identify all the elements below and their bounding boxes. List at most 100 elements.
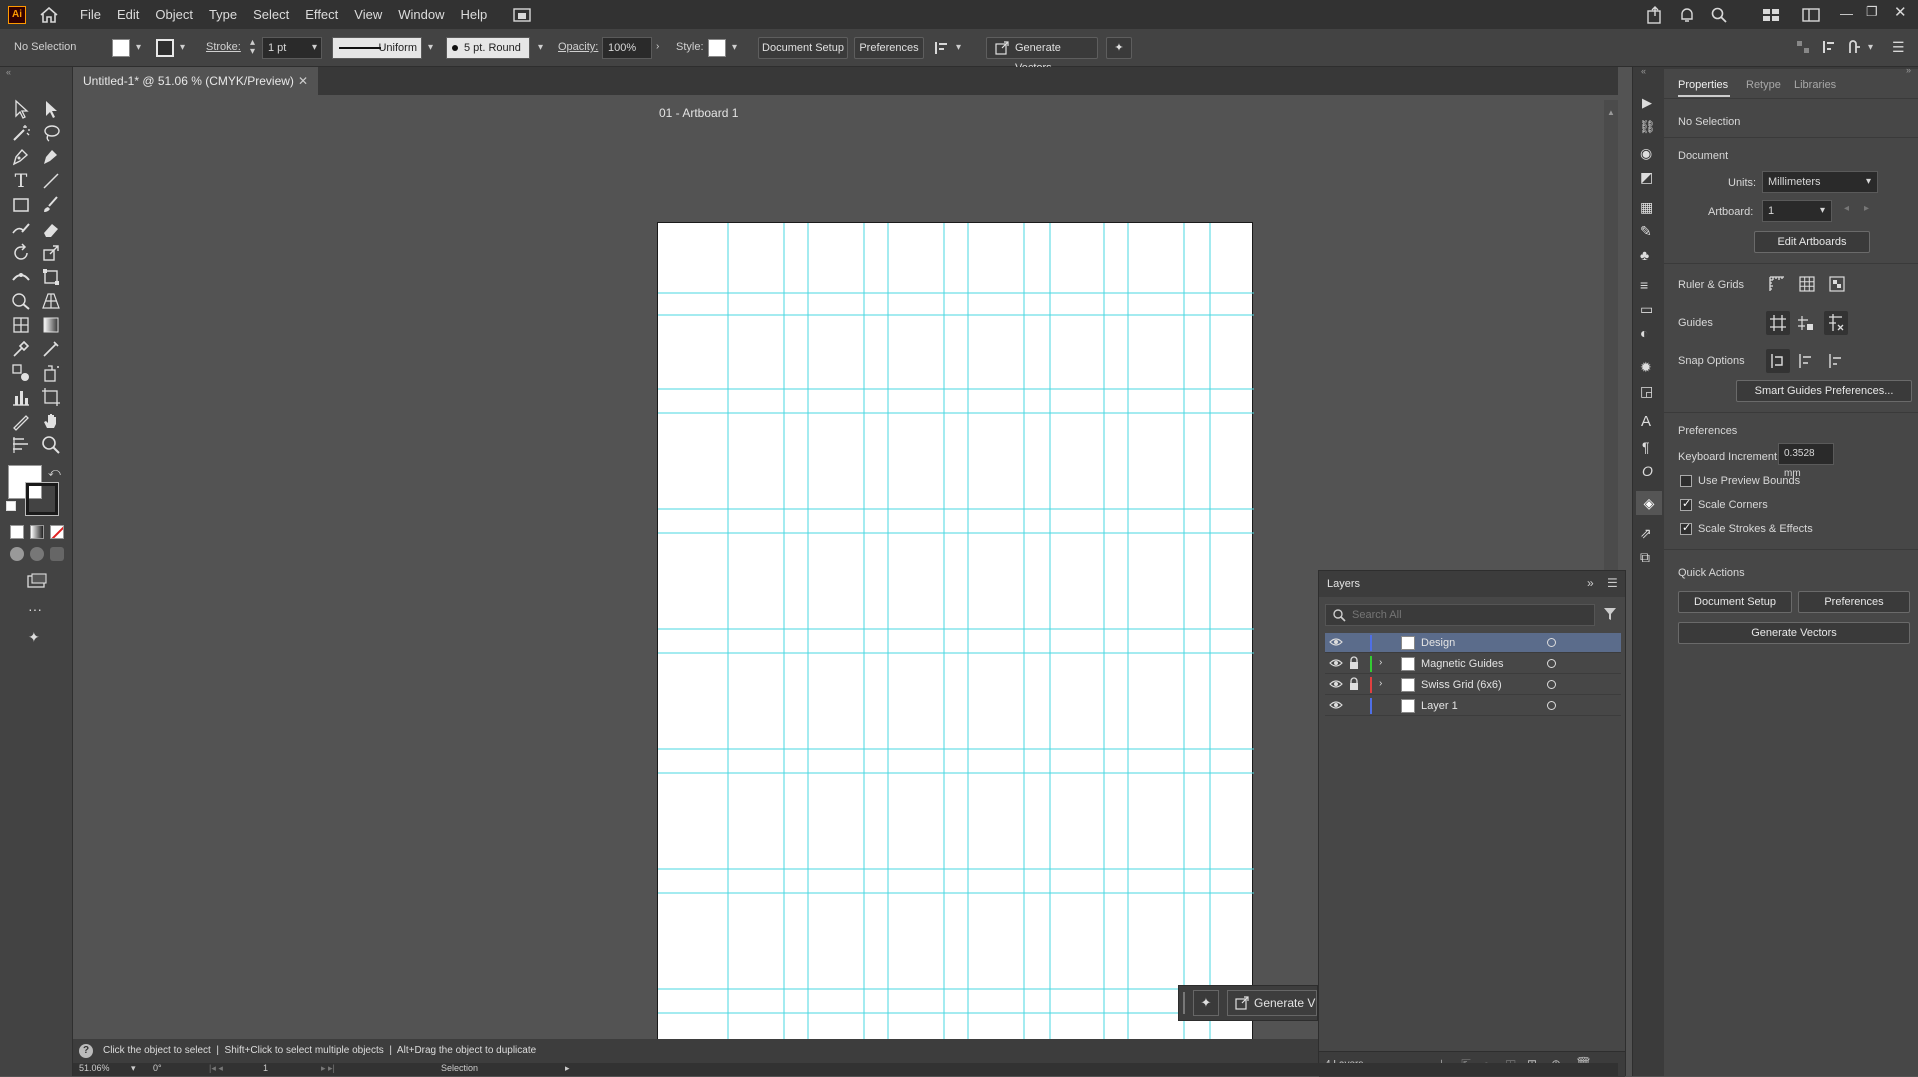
menu-window[interactable]: Window bbox=[390, 0, 452, 29]
expand-layer-icon[interactable]: › bbox=[1379, 657, 1382, 668]
keyboard-increment-input[interactable]: 0.3528 mm bbox=[1778, 443, 1834, 479]
menu-help[interactable]: Help bbox=[452, 0, 495, 29]
menu-object[interactable]: Object bbox=[147, 0, 201, 29]
target-icon[interactable] bbox=[1547, 638, 1556, 647]
default-colors-icon[interactable] bbox=[6, 501, 16, 511]
arrange-documents-icon[interactable] bbox=[513, 7, 531, 23]
menu-view[interactable]: View bbox=[346, 0, 390, 29]
asset-export-icon[interactable]: ⇗ bbox=[1640, 525, 1652, 542]
pin-tool-icon[interactable]: ✦ bbox=[28, 629, 40, 646]
column-graph-tool-icon[interactable] bbox=[10, 386, 32, 408]
shaper-tool-icon[interactable] bbox=[10, 218, 32, 240]
snap-to-pixel-icon[interactable] bbox=[1827, 352, 1845, 370]
symbol-sprayer-tool-icon[interactable] bbox=[40, 362, 62, 384]
target-icon[interactable] bbox=[1547, 659, 1556, 668]
draw-inside-icon[interactable] bbox=[50, 547, 64, 561]
slice-tool-icon[interactable] bbox=[10, 410, 32, 432]
search-icon[interactable] bbox=[1710, 6, 1728, 24]
home-icon[interactable] bbox=[40, 6, 58, 23]
artboard-select[interactable]: 1 ▾ bbox=[1762, 200, 1832, 222]
lock-icon[interactable] bbox=[1349, 656, 1359, 670]
smart-guides-preferences-button[interactable]: Smart Guides Preferences... bbox=[1736, 380, 1912, 402]
layers-menu-icon[interactable]: ☰ bbox=[1607, 576, 1618, 590]
align-icon[interactable] bbox=[934, 40, 950, 56]
lock-icon[interactable] bbox=[1349, 677, 1359, 691]
brushes-icon[interactable]: ✎ bbox=[1640, 223, 1652, 240]
measure-tool-icon[interactable] bbox=[40, 338, 62, 360]
artboard-label[interactable]: 01 - Artboard 1 bbox=[659, 106, 738, 120]
restore-icon[interactable]: ❐ bbox=[1866, 4, 1878, 20]
mesh-tool-icon[interactable] bbox=[10, 314, 32, 336]
opacity-expand-icon[interactable]: › bbox=[656, 41, 659, 52]
zoom-tool-icon[interactable] bbox=[40, 434, 62, 456]
rectangle-tool-icon[interactable] bbox=[10, 194, 32, 216]
last-artboard-icon[interactable]: ▸ ▸| bbox=[321, 1063, 335, 1074]
swatches-icon[interactable]: ▦ bbox=[1640, 199, 1653, 216]
paragraph-icon[interactable]: ¶ bbox=[1642, 439, 1650, 455]
gradient-tool-icon[interactable] bbox=[40, 314, 62, 336]
tab-properties[interactable]: Properties bbox=[1678, 79, 1728, 91]
tab-retype[interactable]: Retype bbox=[1746, 79, 1781, 91]
scale-tool-icon[interactable] bbox=[40, 242, 62, 264]
artboard-tool-icon[interactable] bbox=[40, 386, 62, 408]
opacity-label[interactable]: Opacity: bbox=[558, 41, 598, 53]
symbols-icon[interactable]: ♣ bbox=[1640, 247, 1649, 263]
character-icon[interactable]: A bbox=[1641, 413, 1651, 430]
transparency-grid-icon[interactable] bbox=[1828, 275, 1846, 293]
line-segment-tool-icon[interactable] bbox=[40, 170, 62, 192]
pen-tool-icon[interactable] bbox=[10, 146, 32, 168]
graphic-styles-icon[interactable]: ◲ bbox=[1640, 383, 1653, 400]
menu-type[interactable]: Type bbox=[201, 0, 245, 29]
target-icon[interactable] bbox=[1547, 701, 1556, 710]
image-trace-icon[interactable]: ◩ bbox=[1640, 169, 1653, 186]
color-mode-icon[interactable] bbox=[10, 525, 24, 539]
document-tab[interactable]: Untitled-1* @ 51.06 % (CMYK/Preview) ✕ bbox=[73, 67, 318, 95]
stroke-swatch[interactable] bbox=[156, 39, 174, 57]
menu-edit[interactable]: Edit bbox=[109, 0, 147, 29]
align-dropdown-icon[interactable]: ▾ bbox=[956, 42, 961, 53]
none-mode-icon[interactable] bbox=[50, 525, 64, 539]
layer-row[interactable]: › Magnetic Guides bbox=[1325, 654, 1621, 674]
curvature-tool-icon[interactable] bbox=[40, 146, 62, 168]
type-tool-icon[interactable]: T bbox=[10, 170, 32, 192]
share-icon[interactable] bbox=[1646, 6, 1664, 24]
distribute-icon[interactable] bbox=[1822, 39, 1838, 55]
fill-swatch[interactable] bbox=[112, 39, 130, 57]
close-document-icon[interactable]: ✕ bbox=[298, 67, 308, 95]
appearance-icon[interactable]: ✹ bbox=[1640, 359, 1652, 376]
snap-to-grid-icon[interactable] bbox=[1797, 352, 1815, 370]
close-icon[interactable]: ✕ bbox=[1894, 3, 1907, 21]
zoom-level[interactable]: 51.06% bbox=[79, 1063, 110, 1073]
edit-artboards-button[interactable]: Edit Artboards bbox=[1754, 231, 1870, 253]
layer-row[interactable]: › Swiss Grid (6x6) bbox=[1325, 675, 1621, 695]
stroke-swatch-dropdown-icon[interactable]: ▾ bbox=[180, 42, 185, 53]
shape-builder-tool-icon[interactable] bbox=[10, 290, 32, 312]
opentype-icon[interactable]: O bbox=[1642, 463, 1653, 479]
zoom-dropdown-icon[interactable]: ▾ bbox=[131, 1063, 136, 1074]
graphic-style-swatch[interactable] bbox=[708, 39, 726, 57]
stroke-label[interactable]: Stroke: bbox=[206, 41, 241, 53]
stroke-weight-dropdown-icon[interactable]: ▾ bbox=[312, 42, 317, 53]
eye-icon[interactable] bbox=[1329, 636, 1343, 648]
opacity-input[interactable]: 100% bbox=[602, 37, 652, 59]
collapse-properties-icon[interactable]: » bbox=[1906, 65, 1911, 75]
generate-vectors-taskbar-button[interactable]: Generate V bbox=[1227, 990, 1317, 1016]
quick-document-setup-button[interactable]: Document Setup bbox=[1678, 591, 1792, 613]
stroke-profile-dropdown-icon[interactable]: ▾ bbox=[428, 42, 433, 53]
hand-tool-icon[interactable] bbox=[40, 410, 62, 432]
artboard[interactable] bbox=[657, 222, 1254, 1066]
scroll-up-icon[interactable]: ▲ bbox=[1607, 108, 1615, 117]
lasso-tool-icon[interactable] bbox=[40, 122, 62, 144]
rotation-value[interactable]: 0° bbox=[153, 1063, 162, 1073]
magic-wand-tool-icon[interactable] bbox=[10, 122, 32, 144]
swap-colors-icon[interactable]: ⤺ bbox=[48, 465, 61, 480]
links-icon[interactable]: ⛓ bbox=[1639, 119, 1656, 135]
selection-tool-icon[interactable] bbox=[10, 98, 32, 120]
smart-guides-icon[interactable] bbox=[1824, 311, 1848, 335]
first-artboard-icon[interactable]: |◂ ◂ bbox=[209, 1063, 223, 1074]
tab-libraries[interactable]: Libraries bbox=[1794, 79, 1836, 91]
brush-dropdown-icon[interactable]: ▾ bbox=[538, 42, 543, 53]
expand-layer-icon[interactable]: › bbox=[1379, 678, 1382, 689]
help-icon[interactable]: ? bbox=[79, 1044, 93, 1058]
transform-dropdown-icon[interactable]: ▾ bbox=[1868, 42, 1873, 53]
